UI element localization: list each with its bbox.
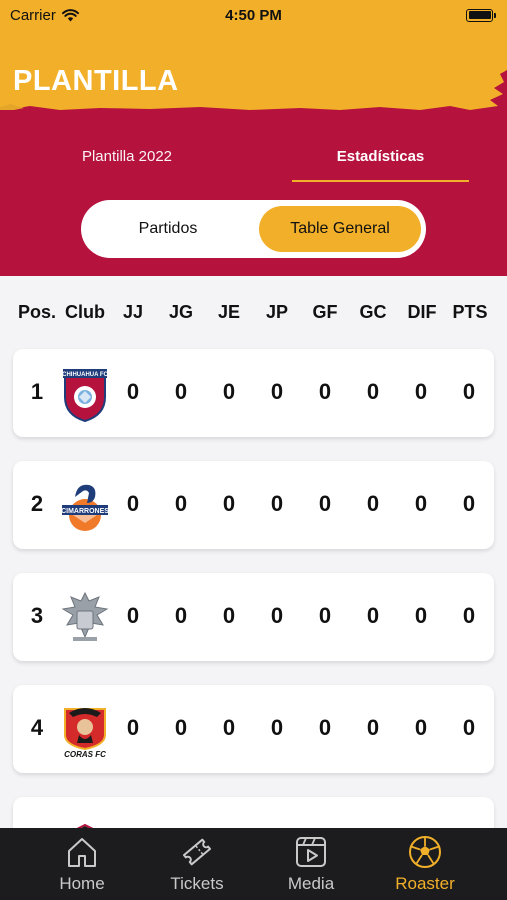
segment-table-general[interactable]: Table General: [259, 206, 421, 252]
table-row[interactable]: 1 CHIHUAHUA FC 0 0 0 0 0 0 0 0: [13, 349, 494, 437]
standings-list[interactable]: 1 CHIHUAHUA FC 0 0 0 0 0 0 0 0 2 CIMARRO…: [0, 348, 507, 828]
row-gc: 0: [366, 715, 380, 740]
header-jp: JP: [265, 302, 289, 322]
table-row[interactable]: 4 CORAS FC 0 0 0 0 0 0 0 0: [13, 685, 494, 773]
row-jg: 0: [174, 491, 188, 516]
table-row[interactable]: 3 0 0 0 0 0 0 0 0: [13, 573, 494, 661]
tab-roaster[interactable]: Roaster: [375, 834, 475, 896]
tab-media[interactable]: Media: [261, 834, 361, 896]
svg-text:CORAS FC: CORAS FC: [64, 750, 106, 759]
ticket-icon: [182, 838, 212, 866]
row-dif: 0: [414, 603, 428, 628]
header-gc: GC: [359, 302, 387, 322]
header-pos: Pos.: [17, 302, 56, 322]
table-header: Pos. Club JJ JG JE JP GF GC DIF PTS: [0, 276, 507, 348]
row-dif: 0: [414, 715, 428, 740]
row-pts: 0: [462, 603, 476, 628]
row-pts: 0: [462, 491, 476, 516]
page-title: PLANTILLA: [13, 65, 179, 97]
header-dif: DIF: [407, 302, 437, 322]
chihuahua-fc-crest-icon: CHIHUAHUA FC: [62, 369, 109, 423]
row-jp: 0: [270, 379, 284, 404]
row-gf: 0: [318, 491, 332, 516]
row-pos: 1: [30, 379, 44, 404]
header-club: Club: [65, 302, 105, 322]
tab-tickets[interactable]: Tickets: [147, 834, 247, 896]
table-row-partial[interactable]: [13, 797, 494, 828]
row-gc: 0: [366, 603, 380, 628]
row-dif: 0: [414, 379, 428, 404]
row-jp: 0: [270, 603, 284, 628]
status-left: Carrier: [10, 7, 79, 24]
cimarrones-crest-icon: CIMARRONES: [61, 484, 109, 531]
row-jj: 0: [126, 379, 140, 404]
table-row[interactable]: 2 CIMARRONES 0 0 0 0 0 0 0 0: [13, 461, 494, 549]
row-je: 0: [222, 379, 236, 404]
row-gc: 0: [366, 491, 380, 516]
home-icon: [68, 838, 96, 867]
row-gf: 0: [318, 603, 332, 628]
carrier-label: Carrier: [10, 6, 56, 24]
club-crest-partial-icon: [76, 823, 94, 828]
row-jj: 0: [126, 491, 140, 516]
soccer-ball-icon: [409, 836, 441, 868]
row-dif: 0: [414, 491, 428, 516]
eagle-coat-of-arms-crest-icon: [61, 591, 109, 641]
media-play-icon: [296, 837, 326, 867]
row-pts: 0: [462, 379, 476, 404]
row-pos: 4: [30, 715, 44, 740]
tab-bar-top: Plantilla 2022 Estadísticas: [0, 142, 507, 182]
tab-home[interactable]: Home: [32, 834, 132, 896]
row-pts: 0: [462, 715, 476, 740]
tab-tickets-label: Tickets: [170, 874, 224, 893]
row-pos: 2: [30, 491, 44, 516]
row-gc: 0: [366, 379, 380, 404]
svg-text:CIMARRONES: CIMARRONES: [61, 508, 109, 515]
row-jg: 0: [174, 379, 188, 404]
bottom-tab-bar: Home Tickets Media Roaster: [0, 828, 507, 900]
row-gf: 0: [318, 715, 332, 740]
row-jg: 0: [174, 715, 188, 740]
row-je: 0: [222, 603, 236, 628]
row-jg: 0: [174, 603, 188, 628]
segment-partidos[interactable]: Partidos: [87, 206, 249, 252]
tab-home-label: Home: [59, 874, 105, 893]
row-gf: 0: [318, 379, 332, 404]
row-jj: 0: [126, 715, 140, 740]
tab-roaster-label: Roaster: [395, 874, 455, 893]
row-je: 0: [222, 491, 236, 516]
svg-text:CHIHUAHUA FC: CHIHUAHUA FC: [62, 372, 108, 378]
tab-plantilla-2022[interactable]: Plantilla 2022: [37, 142, 217, 182]
header-pts: PTS: [452, 302, 488, 322]
status-bar: Carrier 4:50 PM: [0, 0, 507, 30]
row-pos: 3: [30, 603, 44, 628]
tab-estadisticas[interactable]: Estadísticas: [292, 142, 469, 182]
header-je: JE: [217, 302, 241, 322]
wifi-icon: [61, 8, 79, 21]
header: PLANTILLA Plantilla 2022 Estadísticas Pa…: [0, 30, 507, 276]
header-jj: JJ: [122, 302, 144, 322]
battery-icon: [466, 8, 496, 22]
row-je: 0: [222, 715, 236, 740]
segmented-control: Partidos Table General: [81, 200, 426, 258]
header-gf: GF: [312, 302, 338, 322]
row-jp: 0: [270, 491, 284, 516]
row-jj: 0: [126, 603, 140, 628]
row-jp: 0: [270, 715, 284, 740]
coras-fc-crest-icon: CORAS FC: [64, 708, 106, 759]
header-jg: JG: [168, 302, 193, 322]
tab-media-label: Media: [287, 874, 335, 893]
